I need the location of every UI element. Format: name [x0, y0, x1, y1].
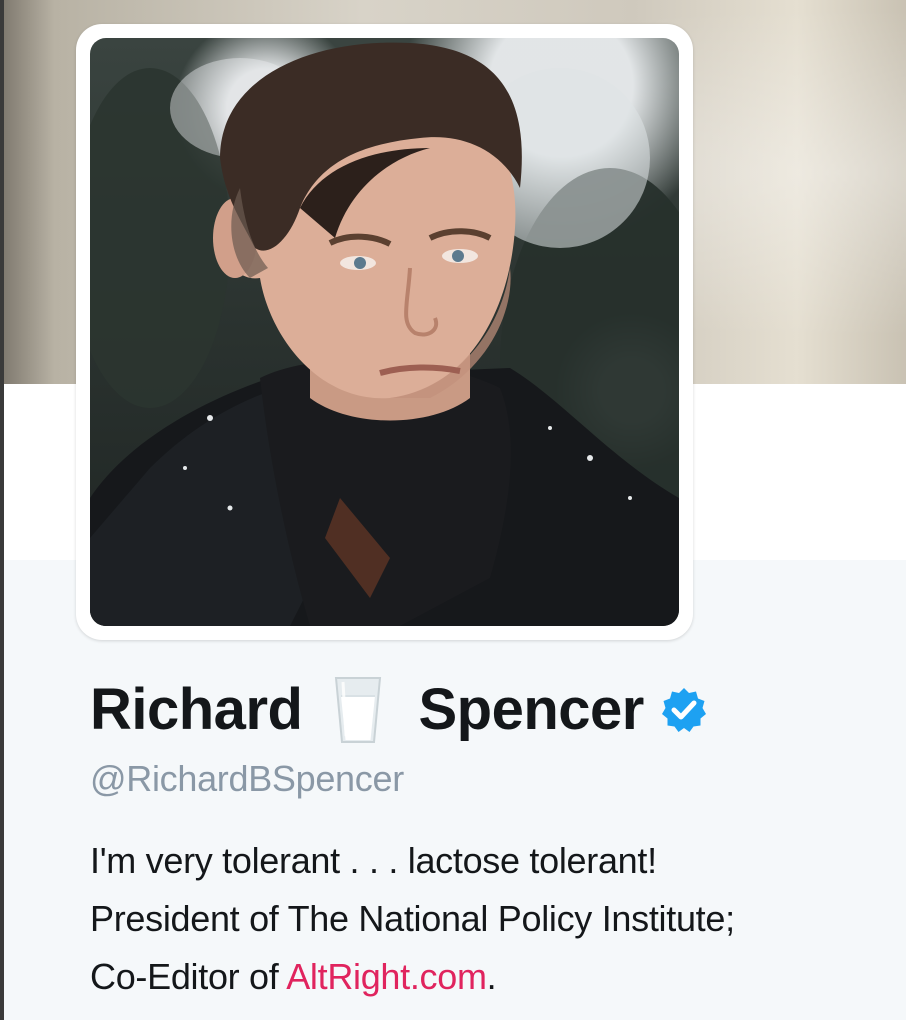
avatar-frame[interactable]: [76, 24, 693, 640]
profile-name-first: Richard: [90, 677, 303, 742]
profile-name[interactable]: Richard Spencer: [90, 672, 708, 748]
profile-page: Richard Spencer @RichardBSpencer I'm ver…: [0, 0, 906, 1020]
profile-name-last: Spencer: [418, 677, 644, 742]
profile-bio: I'm very tolerant . . . lactose tolerant…: [90, 832, 880, 1006]
bio-line-1: I'm very tolerant . . . lactose tolerant…: [90, 840, 657, 881]
verified-badge-icon: [660, 686, 708, 734]
glass-of-milk-icon: [332, 674, 384, 746]
bio-line-2: President of The National Policy Institu…: [90, 898, 735, 939]
window-edge: [0, 0, 4, 1020]
bio-line-3: Co-Editor of AltRight.com.: [90, 948, 880, 1006]
bio-link-altright[interactable]: AltRight.com: [286, 956, 487, 997]
profile-handle[interactable]: @RichardBSpencer: [90, 758, 404, 800]
avatar[interactable]: [90, 38, 679, 626]
bio-line-3-suffix: .: [486, 956, 497, 997]
bio-line-3-prefix: Co-Editor of: [90, 956, 287, 997]
profile-photo: [90, 42, 679, 626]
